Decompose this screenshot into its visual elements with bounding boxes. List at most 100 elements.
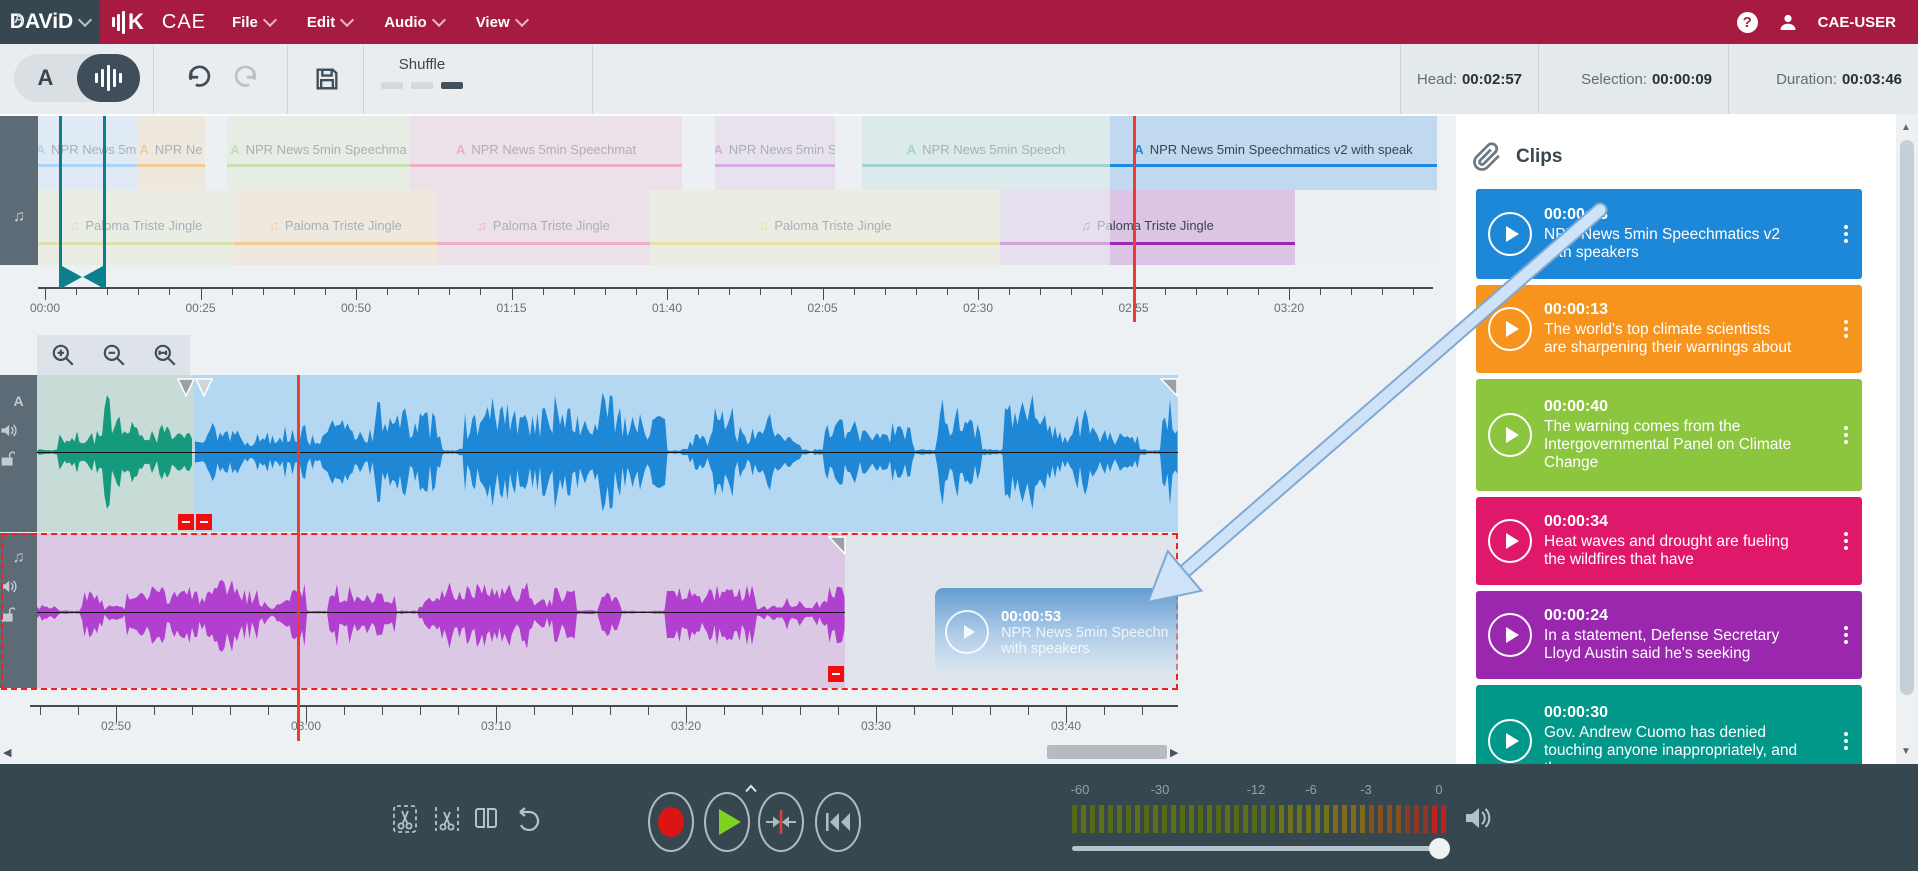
split-button[interactable] xyxy=(473,806,499,832)
vertical-scrollbar[interactable]: ▲ ▼ xyxy=(1896,114,1918,764)
clip-description: Lloyd Austin said he's seeking xyxy=(1544,645,1830,663)
ruler-label: 00:00 xyxy=(30,301,60,315)
text-mode-button[interactable]: A xyxy=(14,54,77,102)
ruler-label: 02:30 xyxy=(963,301,993,315)
fade-handle-icon[interactable] xyxy=(1160,378,1178,397)
skip-to-start-button[interactable] xyxy=(815,792,861,852)
menu-file[interactable]: File xyxy=(232,14,275,31)
waveform-mode-button[interactable] xyxy=(77,54,140,102)
zoom-fit-button[interactable] xyxy=(152,342,178,368)
menu-edit[interactable]: Edit xyxy=(307,14,352,31)
cut-selection-button[interactable] xyxy=(392,804,418,834)
play-button[interactable] xyxy=(704,792,750,852)
app-logo-chevron-icon xyxy=(78,13,92,27)
shuffle-control[interactable]: Shuffle xyxy=(374,56,470,102)
clip-description: with speakers xyxy=(1544,244,1830,262)
clip-duration: 00:00:24 xyxy=(1544,607,1830,625)
clip-description: the wildfires that have xyxy=(1544,551,1830,569)
collapse-to-cursor-button[interactable] xyxy=(758,792,804,852)
fade-handle-icon[interactable] xyxy=(828,536,846,555)
ruler-label: 01:15 xyxy=(496,301,526,315)
undo-icon xyxy=(183,65,211,93)
overview-playhead[interactable] xyxy=(1133,116,1136,322)
clip-card[interactable]: 00:00:13The world's top climate scientis… xyxy=(1476,285,1862,373)
kebab-menu-icon[interactable] xyxy=(1842,426,1850,444)
undo-button[interactable] xyxy=(183,65,211,93)
zoom-in-icon xyxy=(50,342,76,368)
menu-audio[interactable]: Audio xyxy=(384,14,444,31)
clip-description: Gov. Andrew Cuomo has denied xyxy=(1544,724,1830,742)
help-icon[interactable]: ? xyxy=(1737,12,1758,33)
scroll-left-arrow-icon[interactable]: ◀ xyxy=(3,746,11,759)
play-icon xyxy=(1506,733,1519,749)
meter-scale-label: -12 xyxy=(1247,782,1266,797)
lock-open-icon[interactable] xyxy=(0,607,37,623)
volume-slider-knob[interactable] xyxy=(1429,838,1450,859)
kebab-menu-icon[interactable] xyxy=(1842,732,1850,750)
clip-description: Intergovernmental Panel on Climate xyxy=(1544,436,1830,454)
play-button[interactable] xyxy=(1488,613,1532,657)
kebab-menu-icon[interactable] xyxy=(1842,320,1850,338)
save-button[interactable] xyxy=(313,65,341,93)
play-options-caret-icon[interactable] xyxy=(744,784,758,793)
scroll-up-arrow-icon[interactable]: ▲ xyxy=(1901,122,1911,133)
clip-card[interactable]: 00:00:53NPR News 5min Speechmatics v2wit… xyxy=(1476,189,1862,279)
crossfade-handle-icon[interactable] xyxy=(177,378,213,398)
range-in-marker[interactable] xyxy=(59,116,62,288)
cut-marker[interactable] xyxy=(196,514,212,530)
track1-waveform-area[interactable] xyxy=(37,375,1178,532)
ghost-clip-duration: 00:00:53 xyxy=(1001,608,1168,625)
user-name[interactable]: CAE-USER xyxy=(1818,14,1896,31)
speaker-icon[interactable] xyxy=(0,423,37,438)
kebab-menu-icon[interactable] xyxy=(1842,225,1850,243)
zoom-in-button[interactable] xyxy=(50,342,76,368)
revert-button[interactable] xyxy=(510,804,542,834)
volume-icon[interactable] xyxy=(1464,806,1492,830)
cut-marker[interactable] xyxy=(828,666,844,682)
zoom-out-button[interactable] xyxy=(101,342,127,368)
skip-start-icon xyxy=(825,811,851,833)
play-button[interactable] xyxy=(1488,719,1532,763)
kebab-menu-icon[interactable] xyxy=(1842,626,1850,644)
play-button[interactable] xyxy=(1488,519,1532,563)
clip-card[interactable]: 00:00:34Heat waves and drought are fueli… xyxy=(1476,497,1862,585)
play-button[interactable] xyxy=(1488,307,1532,351)
speaker-icon[interactable] xyxy=(0,579,37,594)
range-out-marker[interactable] xyxy=(103,116,106,288)
meter-scale-label: -60 xyxy=(1071,782,1090,797)
play-button[interactable] xyxy=(1488,413,1532,457)
head-time: Head:00:02:57 xyxy=(1400,44,1538,114)
clip-card[interactable]: 00:00:40The warning comes from theInterg… xyxy=(1476,379,1862,491)
scroll-right-arrow-icon[interactable]: ▶ xyxy=(1170,746,1178,759)
volume-slider[interactable] xyxy=(1072,846,1446,851)
ruler-label: 00:25 xyxy=(185,301,215,315)
scroll-down-arrow-icon[interactable]: ▼ xyxy=(1901,746,1911,757)
overview-clip[interactable]: ANPR News 5min Speechmatics v2 with spea… xyxy=(1110,116,1437,190)
cut-marker[interactable] xyxy=(178,514,194,530)
brand-soundwave-icon: K xyxy=(112,10,144,34)
music-note-icon: ♫ xyxy=(0,208,38,226)
zoom-out-icon xyxy=(101,342,127,368)
clip-description: Heat waves and drought are fueling xyxy=(1544,533,1830,551)
clip-card[interactable]: 00:00:24In a statement, Defense Secretar… xyxy=(1476,591,1862,679)
overview-track-headers: A ♫ xyxy=(0,116,38,265)
head-time-value: 00:02:57 xyxy=(1462,71,1522,88)
lock-open-icon[interactable] xyxy=(0,451,37,467)
play-icon xyxy=(945,610,989,654)
menu-view[interactable]: View xyxy=(476,14,527,31)
redo-button[interactable] xyxy=(234,65,262,93)
text-track-icon: A xyxy=(0,393,37,409)
editor-ruler: 02:5003:0003:1003:2003:3003:40 xyxy=(0,695,1178,741)
kebab-menu-icon[interactable] xyxy=(1842,532,1850,550)
user-icon[interactable] xyxy=(1778,12,1798,32)
vertical-scrollbar-thumb[interactable] xyxy=(1900,140,1914,695)
record-button[interactable] xyxy=(648,792,694,852)
horizontal-scrollbar[interactable] xyxy=(1047,745,1167,759)
clip-card[interactable]: 00:00:30Gov. Andrew Cuomo has deniedtouc… xyxy=(1476,685,1862,764)
range-in-flag-icon[interactable] xyxy=(62,266,82,288)
ruler-label: 03:20 xyxy=(671,719,701,733)
play-button[interactable] xyxy=(1488,212,1532,256)
range-out-flag-icon[interactable] xyxy=(83,266,103,288)
cut-split-button[interactable] xyxy=(433,804,461,834)
editor-playhead[interactable] xyxy=(297,375,300,741)
